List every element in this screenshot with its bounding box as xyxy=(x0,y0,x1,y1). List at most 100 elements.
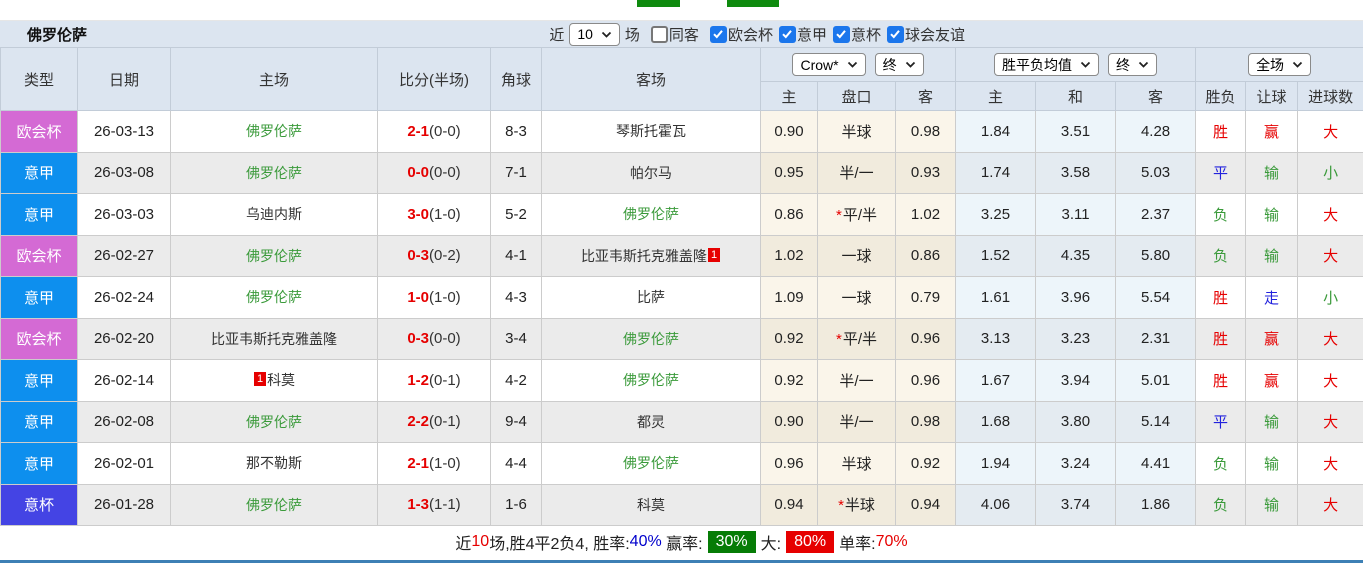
table-row: 意杯 26-01-28 佛罗伦萨 1-3(1-1) 1-6 科莫 0.94 *半… xyxy=(0,483,1363,526)
column-header-score: 比分(半场) xyxy=(377,47,491,111)
home-team: 乌迪内斯 xyxy=(170,193,378,236)
odds-home: 0.92 xyxy=(760,317,818,360)
competition-checkbox[interactable] xyxy=(832,25,850,43)
avg-time-select[interactable]: 终 xyxy=(1108,53,1158,76)
competition-checkbox[interactable] xyxy=(709,25,727,43)
result-handicap: 输 xyxy=(1245,442,1299,485)
subheader-goals: 进球数 xyxy=(1297,81,1363,111)
avg-source-select[interactable]: 胜平负均值 xyxy=(994,53,1100,76)
result-goals: 大 xyxy=(1297,234,1363,277)
competition-badge: 意甲 xyxy=(0,400,78,443)
filter-bar: 近 10 场 同客 欧会杯 意甲 意杯 球会友谊 xyxy=(549,22,965,46)
corners: 7-1 xyxy=(490,151,542,194)
match-rows: 欧会杯 26-03-13 佛罗伦萨 2-1(0-0) 8-3 琴斯托霍瓦 0.9… xyxy=(0,110,1363,526)
avg-home-odds: 3.25 xyxy=(955,193,1037,236)
score: 2-2(0-1) xyxy=(377,400,491,443)
chevron-down-icon xyxy=(905,61,915,68)
recent-count-select[interactable]: 10 xyxy=(569,22,620,46)
competition-label: 欧会杯 xyxy=(727,26,773,44)
odds-time-select[interactable]: 终 xyxy=(874,53,924,76)
team-name: 佛罗伦萨 xyxy=(246,413,302,430)
competition-label: 意杯 xyxy=(850,26,881,44)
team-name: 佛罗伦萨 xyxy=(623,372,679,389)
subheader-handicap: 盘口 xyxy=(817,81,896,111)
score: 2-1(1-0) xyxy=(377,442,491,485)
home-team: 1 科莫 xyxy=(170,359,378,402)
subheader-avg-away: 客 xyxy=(1115,81,1197,111)
away-team: 帕尔马 xyxy=(541,151,761,194)
away-team: 佛罗伦萨 xyxy=(541,317,761,360)
match-date: 26-02-08 xyxy=(77,400,171,443)
odds-home: 0.92 xyxy=(760,359,818,402)
competition-checkbox[interactable] xyxy=(778,25,796,43)
team-name: 佛罗伦萨 xyxy=(623,206,679,223)
team-name: 那不勒斯 xyxy=(246,455,302,472)
cropped-green-tab-button[interactable] xyxy=(727,0,779,7)
odds-away: 0.96 xyxy=(894,359,957,402)
score: 0-3(0-0) xyxy=(377,317,491,360)
avg-away-odds: 4.28 xyxy=(1115,110,1197,153)
same-opponent-checkbox[interactable] xyxy=(650,25,668,43)
avg-away-odds: 5.80 xyxy=(1115,234,1197,277)
subheader-odds-away: 客 xyxy=(894,81,957,111)
avg-home-odds: 1.94 xyxy=(955,442,1037,485)
table-row: 意甲 26-02-01 那不勒斯 2-1(1-0) 4-4 佛罗伦萨 0.96 … xyxy=(0,442,1363,485)
avg-away-odds: 5.03 xyxy=(1115,151,1197,194)
avg-draw-odds: 3.11 xyxy=(1035,193,1117,236)
result-handicap: 输 xyxy=(1245,483,1299,526)
score: 3-0(1-0) xyxy=(377,193,491,236)
table-row: 意甲 26-03-03 乌迪内斯 3-0(1-0) 5-2 佛罗伦萨 0.86 … xyxy=(0,193,1363,236)
odds-group-header: Crow* 终 xyxy=(759,47,957,82)
handicap-line: 一球 xyxy=(817,234,896,277)
summary-handicap-label: 赢率: xyxy=(661,536,703,553)
avg-away-odds: 1.86 xyxy=(1115,483,1197,526)
column-header-home: 主场 xyxy=(170,47,378,111)
handicap-line: *半球 xyxy=(817,483,896,526)
competition-badge: 意甲 xyxy=(0,359,78,402)
team-name: 佛罗伦萨 xyxy=(246,289,302,306)
result-wdl: 胜 xyxy=(1195,317,1247,360)
home-team: 佛罗伦萨 xyxy=(170,276,378,319)
table-row: 意甲 26-02-08 佛罗伦萨 2-2(0-1) 9-4 都灵 0.90 半/… xyxy=(0,400,1363,443)
competition-checkbox[interactable] xyxy=(886,25,904,43)
corners: 5-2 xyxy=(490,193,542,236)
avg-away-odds: 2.31 xyxy=(1115,317,1197,360)
handicap-line: 半球 xyxy=(817,442,896,485)
result-goals: 大 xyxy=(1297,483,1363,526)
result-handicap: 走 xyxy=(1245,276,1299,319)
team-name: 琴斯托霍瓦 xyxy=(616,123,686,140)
odds-away: 0.96 xyxy=(894,317,957,360)
result-handicap: 赢 xyxy=(1245,359,1299,402)
competition-badge: 意甲 xyxy=(0,193,78,236)
odds-away: 0.86 xyxy=(894,234,957,277)
odds-source-select[interactable]: Crow* xyxy=(792,53,866,76)
column-header-corners: 角球 xyxy=(490,47,542,111)
corners: 9-4 xyxy=(490,400,542,443)
summary-count: 10 xyxy=(471,533,490,550)
team-name: 乌迪内斯 xyxy=(246,206,302,223)
match-date: 26-02-24 xyxy=(77,276,171,319)
summary-big-label: 大: xyxy=(760,536,782,553)
result-goals: 小 xyxy=(1297,151,1363,194)
odds-home: 1.02 xyxy=(760,234,818,277)
odds-home: 1.09 xyxy=(760,276,818,319)
match-date: 26-02-14 xyxy=(77,359,171,402)
subheader-avg-home: 主 xyxy=(955,81,1037,111)
match-date: 26-03-13 xyxy=(77,110,171,153)
odds-away: 0.98 xyxy=(894,110,957,153)
cropped-green-tab-button[interactable] xyxy=(637,0,680,7)
check-icon xyxy=(890,30,901,39)
avg-away-odds: 4.41 xyxy=(1115,442,1197,485)
avg-home-odds: 1.74 xyxy=(955,151,1037,194)
column-header-type: 类型 xyxy=(0,47,78,111)
result-goals: 大 xyxy=(1297,110,1363,153)
filter-competition: 意甲 xyxy=(778,24,827,45)
odds-away: 1.02 xyxy=(894,193,957,236)
handicap-line: 半/一 xyxy=(817,400,896,443)
summary-single-label: 单率: xyxy=(839,536,876,553)
chevron-down-icon xyxy=(1292,61,1303,68)
odds-away: 0.93 xyxy=(894,151,957,194)
scope-select[interactable]: 全场 xyxy=(1248,53,1312,76)
result-goals: 大 xyxy=(1297,193,1363,236)
match-date: 26-03-08 xyxy=(77,151,171,194)
